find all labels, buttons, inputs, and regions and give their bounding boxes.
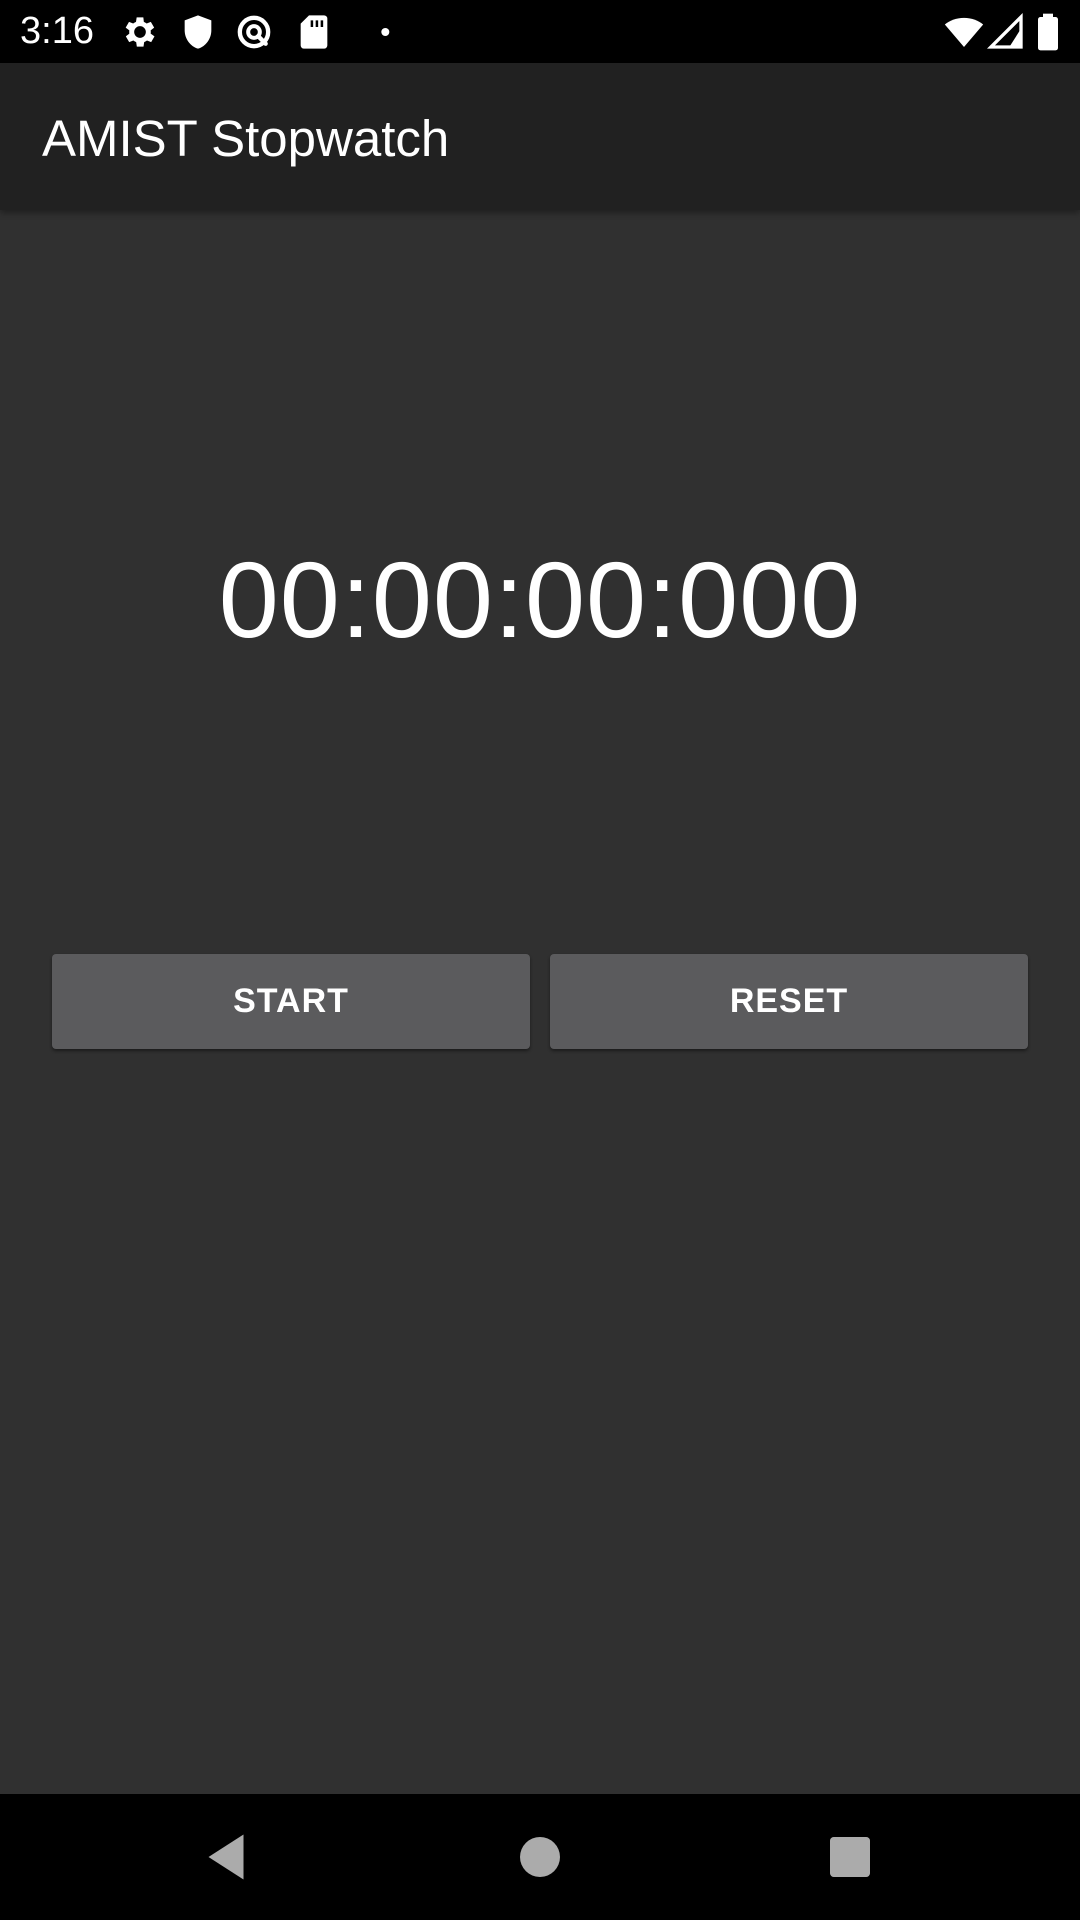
back-icon[interactable] [196,1827,256,1887]
battery-icon [1030,12,1066,52]
app-bar: AMIST Stopwatch [0,63,1080,210]
app-title: AMIST Stopwatch [42,110,450,167]
reset-button[interactable]: RESET [550,954,1028,1049]
vpn-key-icon [234,12,274,52]
notification-dot-icon [352,12,392,52]
gear-icon [120,12,160,52]
home-icon[interactable] [510,1827,570,1887]
status-time: 3:16 [20,10,94,52]
reset-button-label: RESET [729,982,849,1020]
navigation-bar [0,1794,1080,1920]
wifi-icon [944,12,984,52]
start-button-label: START [233,982,349,1020]
timer-display: 00:00:00:000 [218,539,862,660]
status-bar: 3:16 [0,0,1080,63]
recents-icon[interactable] [820,1827,880,1887]
shield-icon [178,12,218,52]
sd-card-icon [294,12,334,52]
screen: 3:16 AMIST Stopwatch 00:00:00:000 START … [0,0,1080,1920]
signal-icon [986,12,1026,52]
start-button[interactable]: START [52,954,530,1049]
